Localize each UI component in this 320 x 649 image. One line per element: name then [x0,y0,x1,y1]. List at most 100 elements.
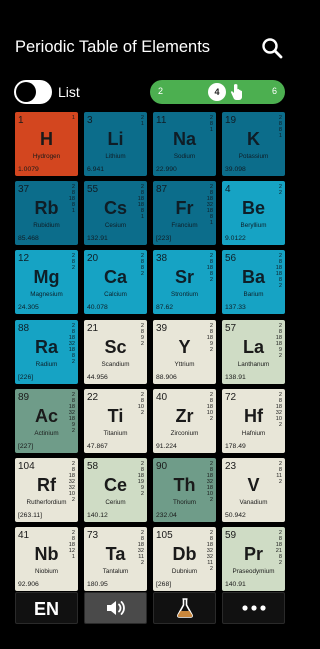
language-label: EN [33,599,59,619]
slider-thumb[interactable]: 4 [208,83,226,101]
atomic-mass: 39.098 [225,166,246,173]
element-symbol: Be [241,198,265,219]
element-name: Cerium [105,499,126,506]
atomic-number: 41 [18,530,30,542]
element-tile-rubidium[interactable]: 37 2 8 18 8 1 Rb Rubidium 85.468 [15,181,78,246]
element-symbol: Y [178,336,191,357]
atomic-number: 21 [87,322,99,334]
atomic-mass: [223] [156,235,172,243]
element-symbol: Mg [33,267,60,288]
element-tile-actinium[interactable]: 89 2 8 18 32 18 9 2 Ac Actinium [227] [15,388,78,453]
element-tile-strontium[interactable]: 38 2 8 18 8 2 Sr Strontium 87.62 [153,250,216,315]
atomic-number: 1 [18,115,24,126]
atomic-number: 37 [18,184,30,196]
element-symbol: Cs [103,198,127,219]
element-name: Tantalum [102,568,129,576]
list-toggle[interactable] [14,80,52,104]
atomic-number: 73 [87,530,99,542]
element-symbol: V [247,475,260,495]
element-tile-sodium[interactable]: 11 2 8 1 Na Sodium 22.990 [153,112,216,176]
lab-button[interactable] [153,592,216,624]
element-symbol: Zr [175,405,194,426]
atomic-mass: 87.62 [156,304,174,312]
atomic-mass: 132.91 [87,235,108,243]
element-tile-praseodymium[interactable]: 59 2 8 18 21 8 2 Pr Praseodymium 140.91 [222,527,285,592]
element-tile-titanium[interactable]: 22 2 8 10 2 Ti Titanium 47.867 [84,388,147,453]
element-name: Actinium [34,429,59,437]
element-symbol: Nb [34,544,59,565]
electron-shells: 22 [279,184,282,196]
element-symbol: Ce [103,475,127,495]
shell-count: 2 [278,190,282,197]
atomic-mass: 91.224 [156,442,177,450]
element-symbol: Ac [34,405,58,426]
speaker-icon [106,601,125,615]
element-name: Hydrogen [32,153,61,160]
atomic-mass: 1.0079 [18,166,39,173]
atomic-mass: 140.91 [225,581,246,589]
element-tile-lanthanum[interactable]: 57 2 8 18 18 9 2 La Lanthanum 138.91 [222,319,285,384]
element-grid: 1 1 H Hydrogen 1.0079 3 2 1 Li Lithium 6.941 11 2 8 1 N… [15,112,285,592]
element-tile-potassium[interactable]: 19 2 8 8 1 K Potassium 39.098 [222,112,285,176]
view-controls: List 2 4 6 [0,80,300,106]
atomic-mass: 85.468 [18,235,39,243]
atomic-mass: 180.95 [87,581,108,589]
atomic-mass: [227] [18,442,34,450]
element-symbol: Rf [37,475,56,495]
element-symbol: Ba [241,267,265,288]
element-tile-lithium[interactable]: 3 2 1 Li Lithium 6.941 [84,112,147,176]
element-symbol: La [242,336,264,357]
element-tile-thorium[interactable]: 90 2 8 18 32 18 10 2 Th Thorium 232.04 [153,458,216,522]
element-tile-scandium[interactable]: 21 2 8 9 2 Sc Scandium 44.956 [84,319,147,384]
element-name: Strontium [171,291,198,299]
atomic-mass: 88.906 [156,373,177,381]
element-tile-magnesium[interactable]: 12 2 8 2 Mg Magnesium 24.305 [15,250,78,315]
element-tile-zirconium[interactable]: 40 2 8 18 10 2 Zr Zirconium 91.224 [153,388,216,453]
element-tile-francium[interactable]: 87 2 8 18 32 18 8 1 Fr Francium [223] [153,181,216,246]
electron-shells: 21 [141,115,144,127]
atomic-mass: 178.49 [225,442,246,450]
element-tile-cerium[interactable]: 58 2 8 18 19 9 2 Ce Cerium 140.12 [84,458,147,522]
element-tile-calcium[interactable]: 20 2 8 8 2 Ca Calcium 40.078 [84,250,147,315]
element-name: Magnesium [30,291,63,299]
element-tile-tantalum[interactable]: 73 2 8 18 32 11 2 Ta Tantalum 180.95 [84,527,147,592]
atomic-number: 104 [18,461,35,472]
element-tile-barium[interactable]: 56 2 8 18 18 8 2 Ba Barium 137.33 [222,250,285,315]
element-name: Calcium [104,291,127,299]
element-name: Hafnium [241,429,266,437]
element-tile-vanadium[interactable]: 23 2 8 11 2 V Vanadium 50.942 [222,458,285,522]
shell-count: 1 [71,115,75,121]
element-tile-radium[interactable]: 88 2 8 18 32 18 8 2 Ra Radium [226] [15,319,78,384]
atomic-mass: [268] [156,581,172,589]
shell-count: 1 [140,121,144,127]
element-name: Zirconium [170,429,199,437]
element-name: Radium [35,360,58,368]
element-tile-yttrium[interactable]: 39 2 8 18 9 2 Y Yttrium 88.906 [153,319,216,384]
element-tile-beryllium[interactable]: 4 2 2 Be Beryllium 9.0122 [222,181,285,246]
element-name: Praseodymium [232,568,275,576]
page-title: Periodic Table of Elements [15,38,211,56]
element-tile-hafnium[interactable]: 72 2 8 18 32 10 2 Hf Hafnium 178.49 [222,388,285,453]
atomic-number: 12 [18,253,30,265]
element-tile-rutherfordium[interactable]: 104 2 8 18 32 32 10 2 Rf Rutherfordium [263.11] [15,458,78,522]
element-symbol: Ti [107,405,124,426]
atomic-number: 19 [225,115,237,126]
element-tile-niobium[interactable]: 41 2 8 18 12 1 Nb Niobium 92.906 [15,527,78,592]
atomic-mass: [263.11] [18,512,43,519]
element-tile-hydrogen[interactable]: 1 1 H Hydrogen 1.0079 [15,112,78,176]
more-button[interactable] [222,592,285,624]
atomic-number: 20 [87,253,99,265]
slider-min-label: 2 [158,86,164,96]
element-tile-cesium[interactable]: 55 2 8 18 18 8 1 Cs Cesium 132.91 [84,181,147,246]
element-tile-dubnium[interactable]: 105 2 8 18 32 32 11 2 Db Dubnium [268] [153,527,216,592]
element-name: Dubnium [171,568,198,576]
sound-button[interactable] [84,592,147,624]
element-name: Lanthanum [237,360,270,368]
atomic-number: 23 [225,461,237,472]
language-button[interactable]: EN [15,592,78,624]
columns-slider[interactable]: 2 4 6 [150,80,285,104]
element-symbol: H [40,129,53,149]
search-button[interactable] [261,37,283,59]
atomic-number: 105 [156,530,173,542]
slider-max-label: 6 [271,86,277,96]
